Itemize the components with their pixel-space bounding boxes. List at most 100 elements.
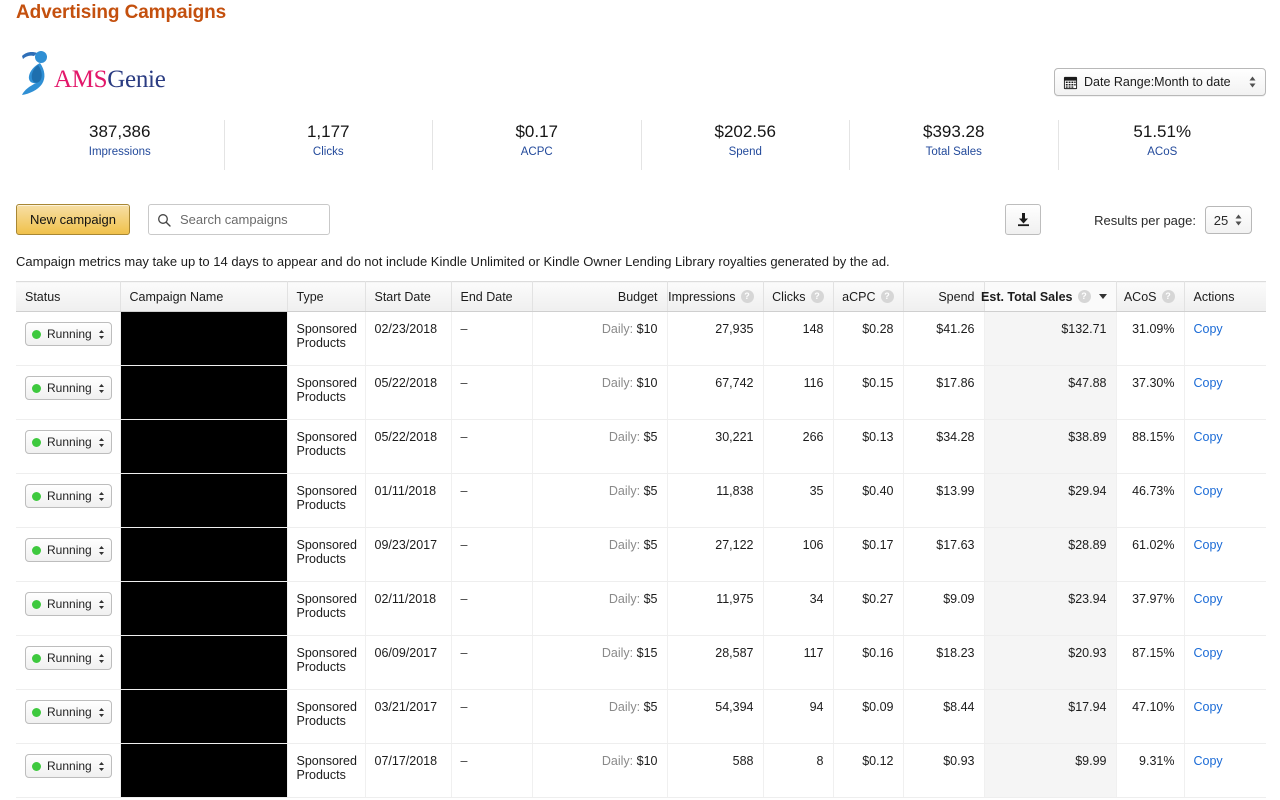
results-per-page-select[interactable]: 25 [1205,206,1252,234]
cell-end-date: – [451,527,533,582]
col-label: Actions [1193,289,1235,304]
col-header-status[interactable]: Status [16,281,121,312]
info-icon[interactable]: ? [810,290,824,303]
metric-label[interactable]: Spend [729,144,762,160]
metric-spend: $202.56 Spend [640,120,850,170]
col-header-impressions[interactable]: Impressions? [667,281,764,312]
brand-genie: Genie [107,66,166,93]
metric-label[interactable]: Impressions [89,144,151,160]
budget-amount: $15 [636,646,658,660]
cell-spend: $0.93 [903,743,985,798]
col-header-est-total-sales[interactable]: Est. Total Sales? [981,281,1117,312]
campaign-name-redacted [120,312,287,365]
cell-end-date: – [451,419,533,474]
status-select[interactable]: Running [25,484,112,508]
cell-campaign-name[interactable] [120,689,288,744]
metric-value: 387,386 [89,122,151,141]
cell-actions: Copy [1184,473,1266,528]
copy-campaign-link[interactable]: Copy [1194,376,1223,390]
campaigns-table-container[interactable]: Status Campaign Name Type Start Date End… [16,281,1266,800]
copy-campaign-link[interactable]: Copy [1194,484,1223,498]
summary-metrics: 387,386 Impressions 1,177 Clicks $0.17 A… [16,120,1266,170]
campaign-name-redacted [120,366,287,419]
col-header-acpc[interactable]: aCPC? [833,281,904,312]
cell-acos: 88.15% [1116,419,1185,474]
status-select[interactable]: Running [25,646,112,670]
col-header-campaign-name[interactable]: Campaign Name [120,281,288,312]
cell-campaign-name[interactable] [120,473,288,528]
col-header-spend[interactable]: Spend [903,281,985,312]
col-header-budget[interactable]: Budget [532,281,668,312]
cell-status: Running [16,581,121,636]
metric-acos: 51.51% ACoS [1057,120,1267,170]
calendar-icon [1063,76,1078,89]
cell-start-date: 07/17/2018 [365,743,452,798]
search-input[interactable] [178,211,321,228]
budget-prefix: Daily: [601,646,634,660]
campaigns-toolbar: New campaign Results per page: 25 [16,204,1266,236]
select-chevron-icon [98,761,104,771]
col-header-acos[interactable]: ACoS? [1116,281,1185,312]
budget-amount: $10 [636,322,658,336]
cell-campaign-name[interactable] [120,311,288,366]
status-select[interactable]: Running [25,754,112,778]
cell-campaign-name[interactable] [120,527,288,582]
cell-start-date: 02/23/2018 [365,311,452,366]
copy-campaign-link[interactable]: Copy [1194,430,1223,444]
col-label: Type [296,289,324,304]
cell-budget: Daily: $10 [532,743,668,798]
copy-campaign-link[interactable]: Copy [1194,538,1223,552]
metric-label[interactable]: ACPC [521,144,553,160]
cell-end-date: – [451,311,533,366]
cell-campaign-name[interactable] [120,419,288,474]
col-header-type[interactable]: Type [287,281,366,312]
cell-campaign-name[interactable] [120,581,288,636]
download-report-button[interactable] [1005,204,1041,235]
budget-amount: $5 [643,592,658,606]
col-header-end-date[interactable]: End Date [451,281,533,312]
cell-start-date: 06/09/2017 [365,635,452,690]
status-label: Running [47,435,92,449]
cell-spend: $18.23 [903,635,985,690]
copy-campaign-link[interactable]: Copy [1194,754,1223,768]
status-select[interactable]: Running [25,538,112,562]
cell-acpc: $0.13 [833,419,904,474]
copy-campaign-link[interactable]: Copy [1194,322,1223,336]
col-header-clicks[interactable]: Clicks? [763,281,834,312]
metric-label[interactable]: Total Sales [926,144,982,160]
date-range-select[interactable]: Date Range:Month to date [1054,68,1266,96]
budget-amount: $10 [636,754,658,768]
status-select[interactable]: Running [25,430,112,454]
status-select[interactable]: Running [25,322,112,346]
new-campaign-button[interactable]: New campaign [16,204,130,235]
info-icon[interactable]: ? [1077,290,1091,303]
search-campaigns-box[interactable] [148,204,330,235]
info-icon[interactable]: ? [880,290,894,303]
metric-label[interactable]: ACoS [1147,144,1177,160]
cell-clicks: 34 [763,581,834,636]
copy-campaign-link[interactable]: Copy [1194,592,1223,606]
cell-campaign-name[interactable] [120,365,288,420]
info-icon[interactable]: ? [1161,290,1175,303]
cell-budget: Daily: $5 [532,419,668,474]
table-row: Running Sponsored Products 02/11/2018– Dail… [16,581,1266,636]
metric-label[interactable]: Clicks [313,144,344,160]
cell-campaign-name[interactable] [120,635,288,690]
results-per-page: Results per page: 25 [1094,206,1252,234]
col-header-start-date[interactable]: Start Date [365,281,452,312]
cell-budget: Daily: $5 [532,581,668,636]
status-select[interactable]: Running [25,700,112,724]
cell-clicks: 35 [763,473,834,528]
info-icon[interactable]: ? [740,290,754,303]
status-select[interactable]: Running [25,592,112,616]
status-dot-icon [32,761,41,771]
cell-acos: 37.30% [1116,365,1185,420]
cell-campaign-name[interactable] [120,743,288,798]
metric-value: 1,177 [306,122,350,141]
status-select[interactable]: Running [25,376,112,400]
cell-acos: 87.15% [1116,635,1185,690]
copy-campaign-link[interactable]: Copy [1194,700,1223,714]
cell-acos: 61.02% [1116,527,1185,582]
copy-campaign-link[interactable]: Copy [1194,646,1223,660]
status-dot-icon [32,491,41,501]
